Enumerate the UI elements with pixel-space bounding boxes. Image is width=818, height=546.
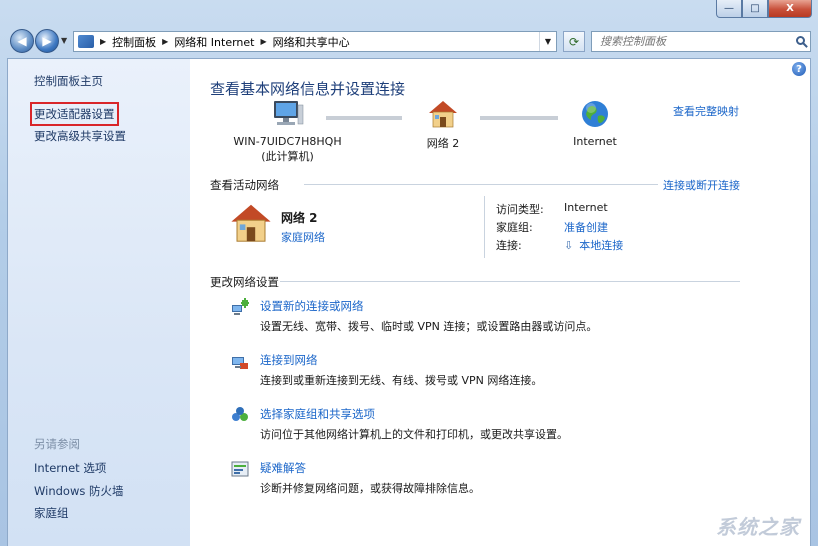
troubleshoot-icon: [231, 461, 249, 477]
computer-name: WIN-7UIDC7H8HQH: [233, 135, 342, 148]
active-network-name: 网络 2: [281, 211, 318, 225]
address-bar[interactable]: ▶ 控制面板 ▶ 网络和 Internet ▶ 网络和共享中心 ▼: [73, 31, 557, 52]
task-desc: 访问位于其他网络计算机上的文件和打印机，或更改共享设置。: [260, 428, 568, 441]
task-homegroup-sharing[interactable]: 选择家庭组和共享选项: [260, 406, 375, 422]
control-panel-window: — □ X ◀ ▶ ▼ ▶ 控制面板 ▶ 网络和 Internet ▶ 网络和共…: [0, 0, 818, 546]
address-dropdown-icon[interactable]: ▼: [539, 32, 556, 51]
task-desc: 设置无线、宽带、拨号、临时或 VPN 连接；或设置路由器或访问点。: [260, 320, 598, 333]
maximize-button[interactable]: □: [742, 0, 768, 18]
navigation-bar: ◀ ▶ ▼ ▶ 控制面板 ▶ 网络和 Internet ▶ 网络和共享中心 ▼ …: [0, 24, 818, 58]
connection-line: [326, 116, 402, 120]
internet-node[interactable]: Internet: [560, 99, 630, 148]
task-desc: 连接到或重新连接到无线、有线、拨号或 VPN 网络连接。: [260, 374, 543, 387]
connect-disconnect-link[interactable]: 连接或断开连接: [663, 177, 740, 193]
sidebar-item-homegroup[interactable]: 家庭组: [34, 505, 69, 521]
sidebar-item-windows-firewall[interactable]: Windows 防火墙: [34, 483, 124, 499]
homegroup-label: 家庭组:: [496, 221, 533, 234]
local-connection-label: 本地连接: [579, 239, 624, 252]
refresh-button[interactable]: ⟳: [563, 31, 585, 52]
computer-icon: [273, 101, 303, 125]
task-desc: 诊断并修复网络问题，或获得故障排除信息。: [260, 482, 480, 495]
access-type-label: 访问类型:: [496, 203, 544, 216]
sidebar-item-internet-options[interactable]: Internet 选项: [34, 460, 106, 476]
site-watermark: 系统之家: [716, 515, 800, 539]
control-panel-icon: [78, 35, 94, 48]
section-divider: [304, 184, 658, 185]
sidebar-item-change-adapter-settings[interactable]: 更改适配器设置: [30, 102, 119, 126]
network-adapter-icon: ⇩: [564, 239, 574, 252]
page-title: 查看基本网络信息并设置连接: [210, 80, 406, 98]
connect-network-icon: [232, 357, 248, 369]
forward-button[interactable]: ▶: [35, 29, 59, 53]
search-box[interactable]: [591, 31, 811, 52]
homegroup-icon: [232, 407, 248, 421]
vertical-divider: [484, 196, 485, 258]
homegroup-link[interactable]: 准备创建: [564, 219, 608, 235]
sidebar-item-control-panel-home[interactable]: 控制面板主页: [34, 73, 103, 89]
sidebar: 控制面板主页 更改适配器设置 更改高级共享设置 另请参阅 Internet 选项…: [8, 59, 190, 546]
search-icon[interactable]: [796, 36, 805, 45]
client-area: 控制面板主页 更改适配器设置 更改高级共享设置 另请参阅 Internet 选项…: [7, 58, 811, 546]
house-icon: [231, 204, 271, 242]
access-type-value: Internet: [564, 201, 608, 214]
chevron-right-icon[interactable]: ▶: [162, 37, 168, 46]
caption-buttons: — □ X: [716, 0, 812, 19]
sidebar-item-advanced-sharing-settings[interactable]: 更改高级共享设置: [34, 128, 126, 144]
breadcrumb: ▶ 控制面板 ▶ 网络和 Internet ▶ 网络和共享中心: [94, 32, 350, 51]
new-connection-icon: [232, 298, 249, 315]
network-node[interactable]: 网络 2: [408, 99, 478, 151]
task-connect-to-network[interactable]: 连接到网络: [260, 352, 318, 368]
help-icon[interactable]: ?: [792, 62, 806, 76]
breadcrumb-control-panel[interactable]: 控制面板: [112, 34, 156, 50]
main-content: ? 查看基本网络信息并设置连接 查看完整映射 WIN-7UIDC7H8HQH (…: [190, 59, 810, 546]
network-node-name: 网络 2: [426, 137, 460, 150]
section-divider: [280, 281, 740, 282]
change-settings-header: 更改网络设置: [210, 275, 279, 289]
refresh-icon: ⟳: [568, 34, 580, 49]
search-input[interactable]: [598, 34, 792, 49]
computer-node: WIN-7UIDC7H8HQH (此计算机): [230, 99, 345, 164]
recent-pages-dropdown-icon[interactable]: ▼: [61, 36, 67, 45]
connections-label: 连接:: [496, 239, 522, 252]
internet-node-name: Internet: [573, 135, 617, 148]
globe-icon: [582, 101, 608, 127]
task-troubleshoot[interactable]: 疑难解答: [260, 460, 306, 476]
connection-line: [480, 116, 558, 120]
minimize-button[interactable]: —: [716, 0, 742, 18]
local-connection-link[interactable]: ⇩ 本地连接: [564, 237, 623, 253]
close-button[interactable]: X: [768, 0, 812, 18]
network-category-link[interactable]: 家庭网络: [281, 229, 325, 245]
chevron-right-icon[interactable]: ▶: [261, 37, 267, 46]
breadcrumb-network-internet[interactable]: 网络和 Internet: [174, 34, 254, 50]
house-icon: [429, 101, 457, 128]
back-button[interactable]: ◀: [10, 29, 34, 53]
breadcrumb-network-sharing-center[interactable]: 网络和共享中心: [273, 34, 350, 50]
chevron-right-icon[interactable]: ▶: [100, 37, 106, 46]
task-setup-new-connection[interactable]: 设置新的连接或网络: [260, 298, 364, 314]
see-also-heading: 另请参阅: [34, 437, 80, 451]
view-full-map-link[interactable]: 查看完整映射: [673, 103, 739, 119]
computer-subtitle: (此计算机): [261, 150, 314, 163]
active-networks-header: 查看活动网络: [210, 178, 279, 192]
